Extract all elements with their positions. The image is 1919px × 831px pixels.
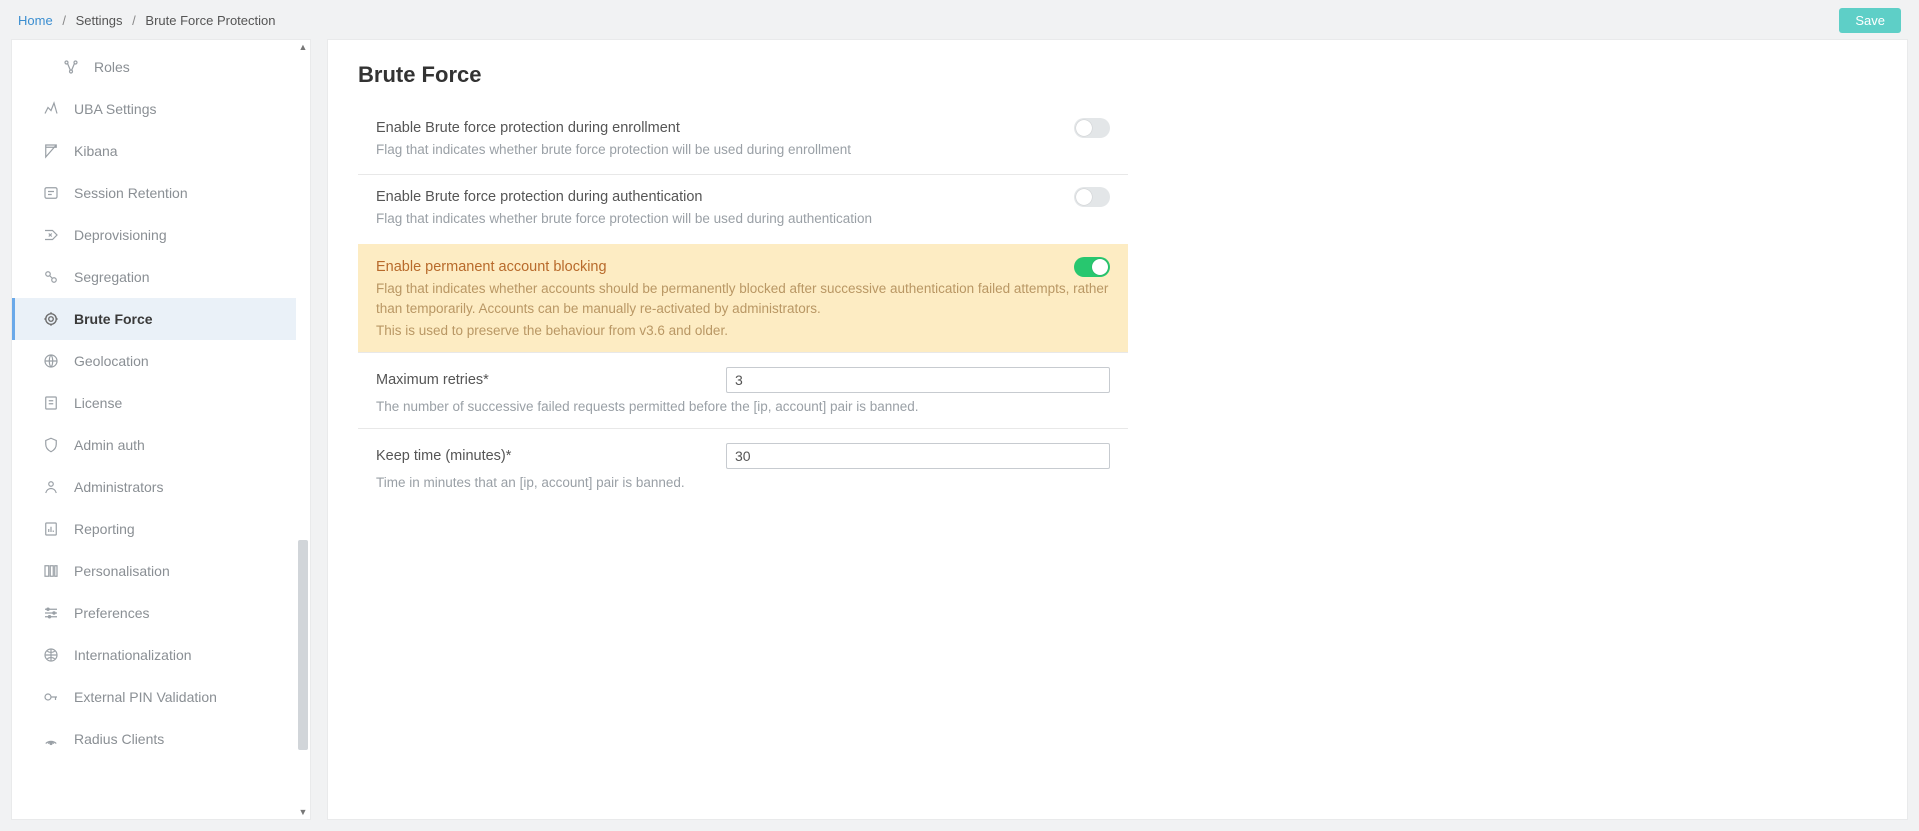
sidebar-item-radius[interactable]: Radius Clients bbox=[12, 718, 296, 760]
license-icon bbox=[42, 394, 60, 412]
field-retries: Maximum retries* The number of successiv… bbox=[358, 352, 1128, 428]
geolocation-icon bbox=[42, 352, 60, 370]
sidebar-item-label: Personalisation bbox=[74, 563, 170, 579]
max-retries-input[interactable] bbox=[726, 367, 1110, 393]
sidebar-item-label: Administrators bbox=[74, 479, 163, 495]
scroll-down-icon[interactable]: ▼ bbox=[296, 805, 310, 819]
sidebar-item-label: Deprovisioning bbox=[74, 227, 167, 243]
sidebar-item-geolocation[interactable]: Geolocation bbox=[12, 340, 296, 382]
topbar: Home / Settings / Brute Force Protection… bbox=[0, 0, 1919, 40]
breadcrumb-home[interactable]: Home bbox=[18, 13, 53, 28]
setting-permanent-label: Enable permanent account blocking bbox=[376, 259, 1110, 275]
administrators-icon bbox=[42, 478, 60, 496]
save-button[interactable]: Save bbox=[1839, 8, 1901, 33]
brute-force-icon bbox=[42, 310, 60, 328]
sidebar-scrollbar[interactable]: ▲ ▼ bbox=[296, 40, 310, 819]
main-panel: Brute Force Enable Brute force protectio… bbox=[328, 40, 1907, 819]
sidebar-item-label: Kibana bbox=[74, 143, 118, 159]
sidebar-item-session-retention[interactable]: Session Retention bbox=[12, 172, 296, 214]
sidebar-item-kibana[interactable]: Kibana bbox=[12, 130, 296, 172]
toggle-auth[interactable] bbox=[1074, 187, 1110, 207]
setting-enroll-desc: Flag that indicates whether brute force … bbox=[376, 140, 1110, 160]
field-keeptime-label: Keep time (minutes)* bbox=[376, 448, 686, 464]
sidebar: Roles UBA Settings Kibana Session Retention… bbox=[12, 40, 310, 819]
setting-permanent-desc: Flag that indicates whether accounts sho… bbox=[376, 279, 1110, 320]
sidebar-item-label: Segregation bbox=[74, 269, 150, 285]
scroll-thumb[interactable] bbox=[298, 540, 308, 750]
field-retries-label: Maximum retries* bbox=[376, 372, 686, 388]
sidebar-item-uba[interactable]: UBA Settings bbox=[12, 88, 296, 130]
sidebar-item-label: Brute Force bbox=[74, 311, 153, 327]
sidebar-item-label: Geolocation bbox=[74, 353, 149, 369]
field-keeptime-desc: Time in minutes that an [ip, account] pa… bbox=[376, 475, 1110, 490]
breadcrumb-settings: Settings bbox=[76, 13, 123, 28]
setting-enroll: Enable Brute force protection during enr… bbox=[358, 106, 1128, 174]
field-retries-desc: The number of successive failed requests… bbox=[376, 399, 1110, 414]
sidebar-item-preferences[interactable]: Preferences bbox=[12, 592, 296, 634]
segregation-icon bbox=[42, 268, 60, 286]
reporting-icon bbox=[42, 520, 60, 538]
toggle-permanent[interactable] bbox=[1074, 257, 1110, 277]
admin-auth-icon bbox=[42, 436, 60, 454]
preferences-icon bbox=[42, 604, 60, 622]
breadcrumb: Home / Settings / Brute Force Protection bbox=[18, 13, 275, 28]
setting-enroll-label: Enable Brute force protection during enr… bbox=[376, 120, 1110, 136]
keep-time-input[interactable] bbox=[726, 443, 1110, 469]
sidebar-item-segregation[interactable]: Segregation bbox=[12, 256, 296, 298]
breadcrumb-current: Brute Force Protection bbox=[145, 13, 275, 28]
kibana-icon bbox=[42, 142, 60, 160]
sidebar-item-label: Admin auth bbox=[74, 437, 145, 453]
radius-icon bbox=[42, 730, 60, 748]
sidebar-item-personalisation[interactable]: Personalisation bbox=[12, 550, 296, 592]
sidebar-item-external-pin[interactable]: External PIN Validation bbox=[12, 676, 296, 718]
uba-icon bbox=[42, 100, 60, 118]
sidebar-item-deprovisioning[interactable]: Deprovisioning bbox=[12, 214, 296, 256]
sidebar-item-label: Session Retention bbox=[74, 185, 188, 201]
external-pin-icon bbox=[42, 688, 60, 706]
sidebar-item-reporting[interactable]: Reporting bbox=[12, 508, 296, 550]
scroll-up-icon[interactable]: ▲ bbox=[296, 40, 310, 54]
setting-permanent-note: This is used to preserve the behaviour f… bbox=[376, 323, 1110, 338]
sidebar-item-label: Internationalization bbox=[74, 647, 192, 663]
sidebar-item-label: Radius Clients bbox=[74, 731, 164, 747]
sidebar-item-brute-force[interactable]: Brute Force bbox=[12, 298, 296, 340]
sidebar-item-license[interactable]: License bbox=[12, 382, 296, 424]
setting-auth: Enable Brute force protection during aut… bbox=[358, 174, 1128, 243]
sidebar-item-admin-auth[interactable]: Admin auth bbox=[12, 424, 296, 466]
setting-auth-desc: Flag that indicates whether brute force … bbox=[376, 209, 1110, 229]
sidebar-item-label: External PIN Validation bbox=[74, 689, 217, 705]
sidebar-item-label: Reporting bbox=[74, 521, 135, 537]
setting-auth-label: Enable Brute force protection during aut… bbox=[376, 189, 1110, 205]
sidebar-item-label: Preferences bbox=[74, 605, 149, 621]
sidebar-item-label: License bbox=[74, 395, 122, 411]
field-keeptime: Keep time (minutes)* Time in minutes tha… bbox=[358, 428, 1128, 504]
sidebar-item-administrators[interactable]: Administrators bbox=[12, 466, 296, 508]
toggle-enroll[interactable] bbox=[1074, 118, 1110, 138]
session-retention-icon bbox=[42, 184, 60, 202]
setting-permanent: Enable permanent account blocking Flag t… bbox=[358, 244, 1128, 353]
page-title: Brute Force bbox=[358, 62, 1877, 88]
internationalization-icon bbox=[42, 646, 60, 664]
roles-icon bbox=[62, 58, 80, 76]
sidebar-item-label: UBA Settings bbox=[74, 101, 157, 117]
sidebar-item-label: Roles bbox=[94, 59, 130, 75]
personalisation-icon bbox=[42, 562, 60, 580]
sidebar-item-roles[interactable]: Roles bbox=[12, 46, 296, 88]
sidebar-item-internationalization[interactable]: Internationalization bbox=[12, 634, 296, 676]
deprovisioning-icon bbox=[42, 226, 60, 244]
